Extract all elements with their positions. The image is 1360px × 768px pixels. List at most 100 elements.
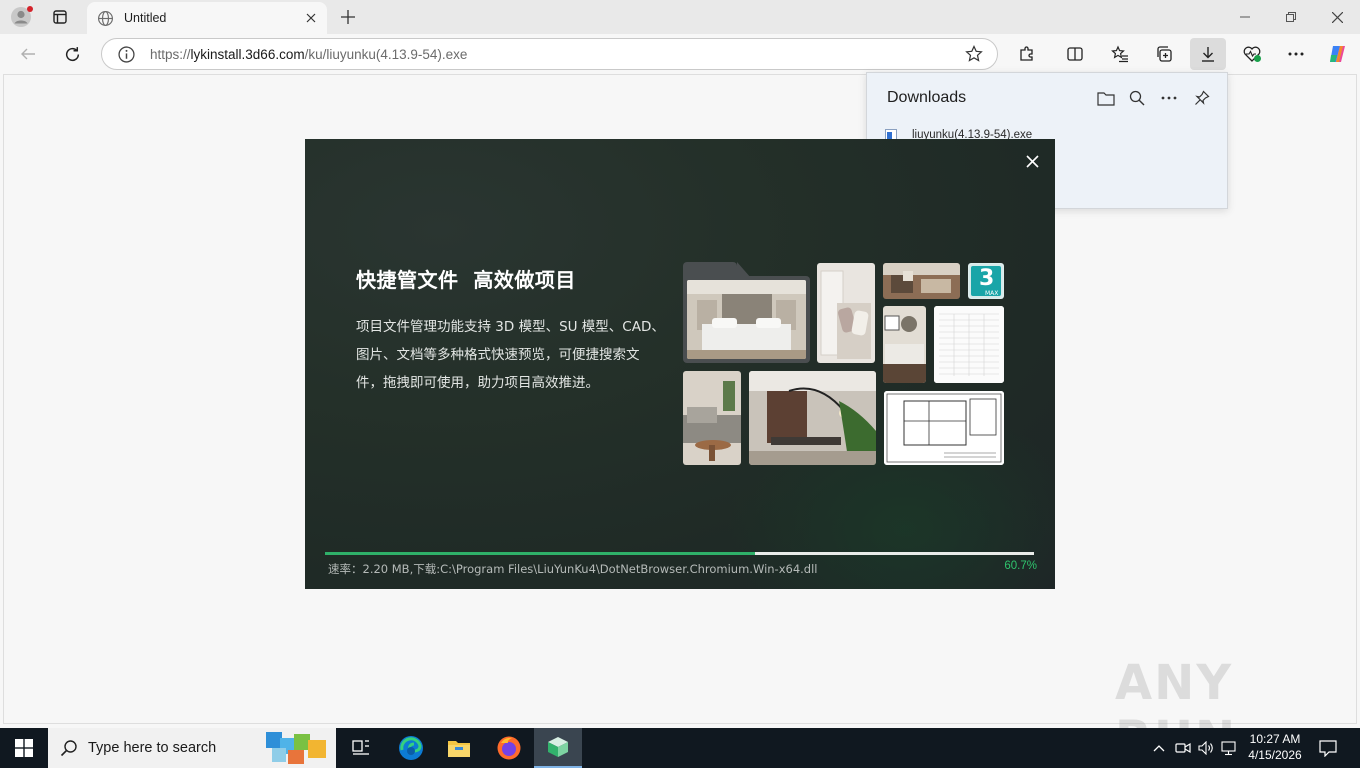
downloads-more-button[interactable] <box>1158 87 1180 109</box>
address-bar[interactable]: https://lykinstall.3d66.com/ku/liuyunku(… <box>101 38 998 70</box>
copilot-button[interactable] <box>1323 39 1353 69</box>
network-tray-icon[interactable] <box>1219 728 1239 768</box>
search-icon <box>1129 90 1145 106</box>
spreadsheet-image <box>934 306 1004 383</box>
more-dots-icon <box>1161 96 1177 100</box>
more-dots-icon <box>1288 52 1304 56</box>
search-highlight-puzzle-icon <box>266 732 326 764</box>
favorites-list-icon <box>1111 45 1128 63</box>
new-tab-button[interactable] <box>336 5 360 29</box>
split-screen-button[interactable] <box>1060 39 1090 69</box>
close-icon <box>306 13 316 23</box>
clock-time: 10:27 AM <box>1249 732 1301 746</box>
task-view-icon <box>352 740 369 755</box>
living-room-image <box>883 263 960 299</box>
back-arrow-icon <box>21 48 35 60</box>
3dsmax-number: 3 <box>979 266 995 291</box>
globe-icon <box>98 10 113 26</box>
show-hidden-icons-button[interactable] <box>1150 728 1168 768</box>
notification-icon <box>1319 739 1337 757</box>
open-folder-button[interactable] <box>1095 87 1117 109</box>
installer-headline: 快捷管文件 高效做项目 <box>356 268 576 292</box>
start-button[interactable] <box>0 728 48 768</box>
installer-app-icon <box>548 737 568 757</box>
volume-tray-icon[interactable] <box>1196 728 1216 768</box>
browser-tab-bar: Untitled <box>0 0 1360 34</box>
file-explorer-icon <box>448 741 470 757</box>
edge-icon <box>399 736 423 760</box>
downloads-title: Downloads <box>887 89 967 106</box>
floor-plan-image <box>884 391 1004 465</box>
installer-taskbar-app[interactable] <box>534 728 582 768</box>
settings-more-button[interactable] <box>1281 39 1311 69</box>
installer-window: 快捷管文件 高效做项目 项目文件管理功能支持 3D 模型、SU 模型、CAD、图… <box>305 139 1055 589</box>
split-screen-icon <box>1067 47 1083 61</box>
collections-icon <box>1157 46 1172 62</box>
installer-description: 项目文件管理功能支持 3D 模型、SU 模型、CAD、图片、文档等多种格式快速预… <box>356 319 665 391</box>
install-progress-fill <box>325 552 756 555</box>
collections-button[interactable] <box>1149 39 1179 69</box>
plus-icon <box>341 10 355 24</box>
profile-button[interactable] <box>8 5 34 29</box>
installer-close-button[interactable] <box>1023 152 1041 170</box>
restore-button[interactable] <box>1268 0 1314 34</box>
downloads-button[interactable] <box>1190 38 1226 70</box>
heartbeat-icon <box>1243 46 1261 62</box>
tab-actions-icon <box>53 10 67 24</box>
window-close-button[interactable] <box>1314 0 1360 34</box>
dining-room-image <box>749 371 876 465</box>
taskbar-search-box[interactable]: Type here to search <box>48 728 336 768</box>
firefox-icon <box>497 736 521 760</box>
task-view-button[interactable] <box>337 728 385 768</box>
download-icon <box>1202 47 1214 62</box>
minimize-button[interactable] <box>1222 0 1268 34</box>
taskbar-clock[interactable]: 10:27 AM 4/15/2026 <box>1240 731 1310 763</box>
windows-taskbar: Type here to search 10:27 AM 4/15/2026 <box>0 728 1360 768</box>
3dsmax-label: MAX <box>985 290 999 297</box>
window-close-icon <box>1331 11 1343 23</box>
chevron-up-icon <box>1153 745 1165 752</box>
copilot-icon <box>1330 46 1345 62</box>
close-icon <box>1025 154 1039 168</box>
camera-icon <box>1175 742 1191 754</box>
folder-icon <box>1097 92 1115 106</box>
windows-logo-icon <box>15 739 33 757</box>
tab-close-button[interactable] <box>303 10 319 26</box>
pin-icon <box>1195 90 1210 105</box>
browser-tab[interactable]: Untitled <box>87 2 327 34</box>
search-icon <box>60 739 78 762</box>
search-downloads-button[interactable] <box>1126 87 1148 109</box>
favorite-star-icon[interactable] <box>965 45 983 68</box>
progress-percent: 60.7% <box>1004 560 1037 572</box>
site-info-icon[interactable] <box>118 46 135 68</box>
clock-date: 4/15/2026 <box>1248 748 1302 762</box>
file-explorer-taskbar-app[interactable] <box>435 728 483 768</box>
edge-taskbar-app[interactable] <box>387 728 435 768</box>
meet-now-tray-icon[interactable] <box>1173 728 1193 768</box>
folder-thumbnail <box>683 262 810 363</box>
refresh-button[interactable] <box>57 39 87 69</box>
refresh-icon <box>65 46 79 61</box>
extensions-button[interactable] <box>1012 39 1042 69</box>
restore-icon <box>1286 12 1296 22</box>
action-center-button[interactable] <box>1312 728 1344 768</box>
download-status-text: 速率：2.20 MB,下载:C:\Program Files\LiuYunKu4… <box>328 562 818 576</box>
speaker-icon <box>1197 741 1213 755</box>
pillow-sofa-image <box>817 263 875 363</box>
bedroom-image <box>687 280 806 359</box>
firefox-taskbar-app[interactable] <box>485 728 533 768</box>
notification-dot <box>27 6 33 12</box>
browser-essentials-button[interactable] <box>1237 39 1267 69</box>
search-placeholder: Type here to search <box>88 740 217 756</box>
puzzle-icon <box>1020 46 1033 61</box>
back-button[interactable] <box>13 39 43 69</box>
favorites-button[interactable] <box>1105 39 1135 69</box>
pin-downloads-button[interactable] <box>1191 87 1213 109</box>
3dsmax-badge: 3 MAX <box>968 263 1004 299</box>
minimize-icon <box>1240 16 1250 18</box>
sofa-corner-image <box>683 371 741 465</box>
network-icon <box>1220 740 1236 755</box>
tab-title: Untitled <box>124 11 167 25</box>
tab-actions-button[interactable] <box>46 5 74 29</box>
url-text: https://lykinstall.3d66.com/ku/liuyunku(… <box>150 47 468 62</box>
